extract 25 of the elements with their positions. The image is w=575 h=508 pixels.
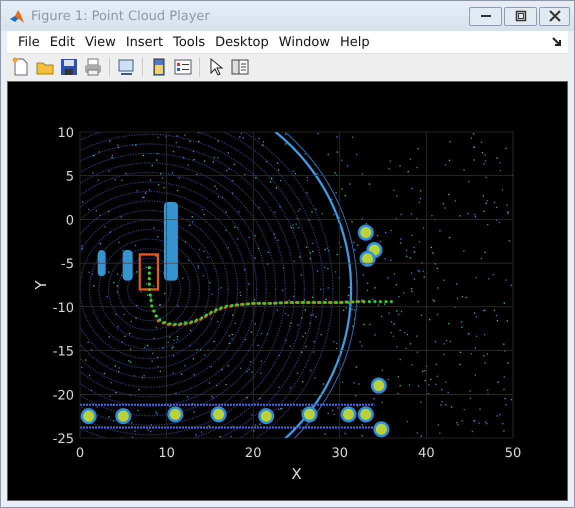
tick-label: 30 (332, 446, 348, 461)
menu-item[interactable]: File (13, 34, 45, 50)
window-title: Figure 1: Point Cloud Player (31, 8, 211, 24)
tick-label: -10 (52, 300, 74, 316)
tick-label: 50 (504, 446, 522, 461)
menu-item[interactable]: Window (274, 34, 336, 50)
menu-item[interactable]: Edit (44, 34, 80, 50)
tick-label: -25 (52, 432, 74, 447)
axis-label: Y (32, 280, 50, 290)
menu-item[interactable]: Help (335, 34, 375, 50)
tick-label: 5 (66, 170, 74, 185)
menu-item[interactable]: Tools (168, 34, 210, 50)
menu-item[interactable]: View (80, 34, 121, 50)
tick-label: -15 (52, 344, 74, 360)
menu-item[interactable]: Insert (120, 34, 168, 50)
menu-item[interactable]: Desktop (210, 34, 274, 50)
tick-label: 10 (57, 126, 74, 141)
tick-label: 0 (66, 213, 74, 228)
tick-label: 20 (244, 446, 262, 461)
tick-label: 10 (158, 446, 175, 461)
tick-label: 0 (76, 446, 84, 461)
tick-label: -20 (52, 388, 74, 404)
axis-label: X (291, 465, 302, 483)
tick-label: 40 (418, 446, 435, 461)
tick-label: -5 (61, 257, 74, 272)
